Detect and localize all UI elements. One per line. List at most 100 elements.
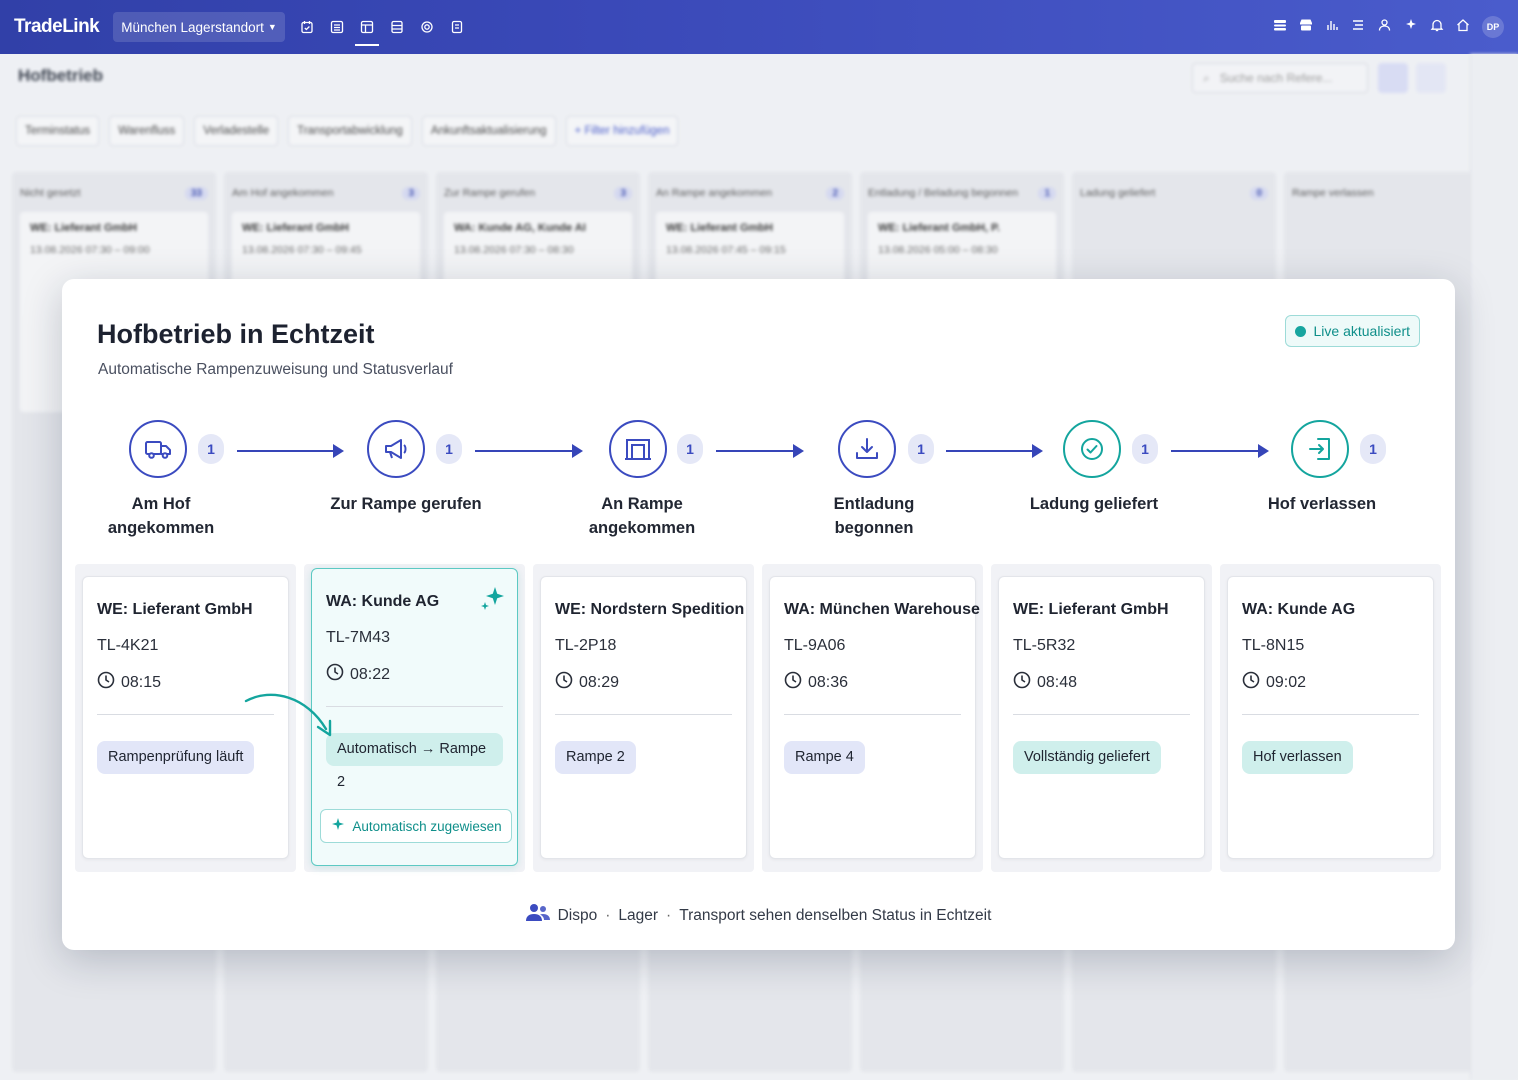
stage-label: Entladung begonnen [833, 495, 915, 537]
shipment-card[interactable]: WA: München Warehouse TL-9A06 08:36 Ramp… [769, 576, 980, 859]
stage-count: 1 [1132, 434, 1158, 464]
card-status-pill: Hof verlassen [1242, 741, 1353, 774]
modal-subtitle: Automatische Rampenzuweisung und Statusv… [98, 361, 453, 378]
card-time: 13.08.2026 07:30 – 08:30 [454, 244, 574, 256]
column-count: 2 [826, 186, 844, 200]
realtime-modal: Hofbetrieb in Echtzeit Automatische Ramp… [62, 279, 1455, 950]
filter-chip[interactable]: Terminstatus [16, 116, 100, 146]
filter-chip[interactable]: Ankunftsaktualisierung [421, 116, 556, 146]
user-avatar[interactable]: DP [1482, 16, 1504, 38]
card-reference: TL-9A06 [784, 637, 846, 654]
exit-icon [1291, 420, 1349, 478]
stage-label: Am Hof angekommen [107, 495, 215, 537]
settings-icon[interactable] [417, 0, 437, 54]
flow-arrow [946, 444, 1043, 458]
clock-icon [1242, 671, 1260, 694]
column-count: 3 [614, 186, 632, 200]
shipment-card[interactable]: WE: Nordstern Spedition TL-2P18 08:29 Ra… [540, 576, 747, 859]
shipment-card[interactable]: WE: Lieferant GmbH TL-5R32 08:48 Vollstä… [998, 576, 1205, 859]
card-reference: TL-4K21 [97, 637, 159, 654]
flow-arrow [716, 444, 804, 458]
add-filter-button[interactable]: + Filter hinzufügen [565, 116, 679, 146]
card-time: 13.08.2026 07:30 – 09:00 [30, 244, 150, 256]
card-reference: TL-8N15 [1242, 637, 1305, 654]
refresh-button[interactable] [1416, 63, 1446, 93]
column-title: Ladung geliefert [1080, 187, 1156, 199]
filter-button[interactable] [1378, 63, 1408, 93]
card-title: WE: Lieferant GmbH [97, 601, 253, 618]
card-time: 09:02 [1266, 673, 1307, 691]
users-icon[interactable] [1377, 18, 1392, 37]
status-lane: WA: Kunde AG TL-8N15 09:02 Hof verlassen [1220, 564, 1441, 872]
footer-separator: · [605, 906, 611, 924]
chart-icon[interactable] [1325, 18, 1339, 37]
right-rail [1470, 54, 1518, 1080]
top-bar: TradeLink München Lagerstandort ▼ DP [0, 0, 1518, 54]
status-lane: WE: Lieferant GmbH TL-5R32 08:48 Vollstä… [991, 564, 1212, 872]
flow-arrow [475, 444, 583, 458]
dock-door-icon [609, 420, 667, 478]
card-title: WA: München Warehouse [784, 601, 980, 618]
app-logo[interactable]: TradeLink [14, 16, 100, 38]
bell-icon[interactable] [1430, 18, 1444, 37]
filter-chip[interactable]: Verladestelle [194, 116, 279, 146]
card-time: 08:36 [808, 673, 849, 691]
card-time: 13.08.2026 07:30 – 09:45 [242, 244, 362, 256]
document-icon[interactable] [447, 0, 467, 54]
card-divider [555, 714, 732, 715]
hierarchy-icon[interactable] [1351, 18, 1365, 37]
stage-count: 1 [677, 434, 703, 464]
clock-icon [555, 671, 573, 694]
list-icon[interactable] [327, 0, 347, 54]
stage-count: 1 [1360, 434, 1386, 464]
calendar-check-icon[interactable] [297, 0, 317, 54]
clock-icon [326, 663, 344, 686]
footer-text: Transport sehen denselben Status in Echt… [679, 906, 992, 924]
dashboard-icon[interactable] [1273, 18, 1287, 37]
filter-chip[interactable]: Warenfluss [109, 116, 185, 146]
column-count: 33 [184, 186, 208, 200]
search-input[interactable]: ⌕ Suche nach Refere... [1192, 63, 1368, 93]
store-icon[interactable] [1299, 18, 1313, 37]
board-icon[interactable] [354, 0, 379, 54]
card-time: 08:22 [350, 665, 391, 683]
footer-separator: · [666, 906, 672, 924]
users-icon [525, 903, 550, 928]
live-status-label: Live aktualisiert [1313, 323, 1411, 339]
card-title: WA: Kunde AG [326, 593, 440, 610]
storage-icon[interactable] [387, 0, 407, 54]
flow-arrow [1171, 444, 1269, 458]
column-count: 0 [1250, 186, 1268, 200]
column-title: Nicht gesetzt [20, 187, 81, 199]
status-lane: WE: Nordstern Spedition TL-2P18 08:29 Ra… [533, 564, 754, 872]
clock-icon [97, 671, 115, 694]
card-status-pill: Rampenprüfung läuft [97, 741, 255, 774]
sparkle-icon [479, 585, 507, 618]
download-icon [838, 420, 896, 478]
status-lane: WA: München Warehouse TL-9A06 08:36 Ramp… [762, 564, 983, 872]
card-title: WE: Lieferant GmbH [30, 222, 137, 234]
card-divider [326, 706, 503, 707]
card-time: 13.08.2026 05:00 – 08:30 [878, 244, 998, 256]
site-selector[interactable]: München Lagerstandort ▼ [113, 12, 285, 42]
column-count: 3 [402, 186, 420, 200]
caret-down-icon: ▼ [267, 22, 277, 32]
shipment-card[interactable]: WA: Kunde AG TL-8N15 09:02 Hof verlassen [1227, 576, 1434, 859]
home-icon[interactable] [1456, 18, 1470, 37]
column-title: Rampe verlassen [1292, 187, 1374, 199]
live-status-badge: Live aktualisiert [1284, 315, 1420, 347]
live-dot-icon [1294, 325, 1306, 337]
footer-role: Dispo [557, 906, 598, 924]
auto-assigned-badge: Automatisch zugewiesen [320, 809, 512, 843]
stage-label: Ladung geliefert [1029, 495, 1159, 513]
sparkle-icon[interactable] [1404, 18, 1418, 37]
megaphone-icon [367, 420, 425, 478]
filter-bar: Terminstatus Warenfluss Verladestelle Tr… [16, 116, 679, 146]
card-divider [1242, 714, 1419, 715]
card-status-pill: Rampe 2 [555, 741, 636, 774]
shipment-card-highlighted[interactable]: WA: Kunde AG TL-7M43 08:22 Automatisch →… [311, 568, 518, 866]
column-title: Am Hof angekommen [232, 187, 334, 199]
filter-chip[interactable]: Transportabwicklung [288, 116, 412, 146]
card-time: 08:15 [121, 673, 162, 691]
card-reference: TL-7M43 [326, 629, 391, 646]
